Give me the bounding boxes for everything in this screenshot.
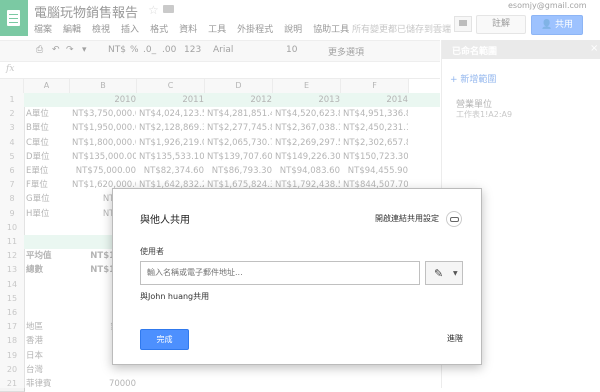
pencil-icon: ✎: [434, 267, 444, 280]
link-icon[interactable]: [446, 211, 462, 227]
shared-with-text: 與John huang共用: [140, 292, 210, 301]
people-label: 使用者: [140, 247, 164, 256]
dialog-title: 與他人共用: [140, 215, 190, 226]
advanced-link[interactable]: 進階: [447, 333, 463, 344]
share-dialog: 與他人共用 開啟連結共用設定 使用者 ✎ ▼ 與John huang共用 完成 …: [112, 188, 482, 365]
done-button[interactable]: 完成: [140, 329, 189, 350]
invite-people-input[interactable]: [140, 261, 420, 285]
chevron-down-icon: ▼: [453, 270, 458, 277]
permission-dropdown[interactable]: ✎ ▼: [425, 261, 463, 285]
link-sharing-toggle[interactable]: 開啟連結共用設定: [375, 213, 439, 224]
